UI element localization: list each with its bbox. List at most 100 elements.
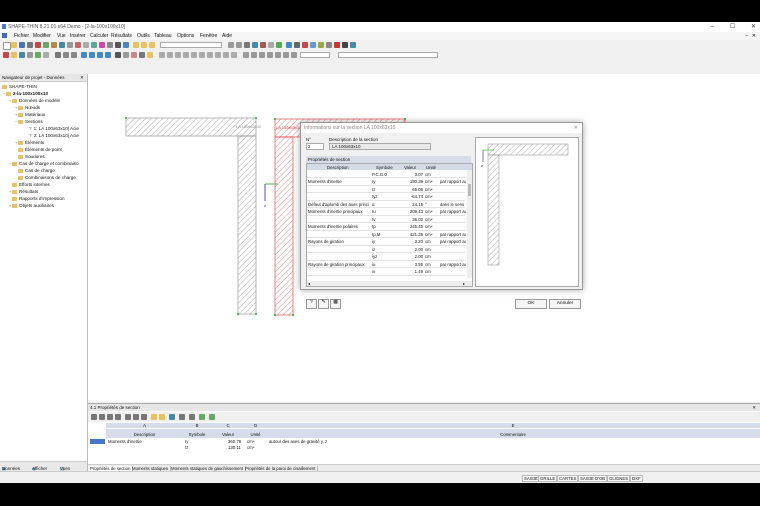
cell-symbol[interactable]: Iy bbox=[185, 439, 188, 444]
panel-tool-6-icon[interactable] bbox=[133, 414, 139, 420]
angle-section-1[interactable] bbox=[125, 117, 257, 315]
panel-tool-10-icon[interactable] bbox=[169, 414, 175, 420]
layer-select[interactable] bbox=[338, 52, 438, 58]
tree-item[interactable]: Cas de charge bbox=[18, 168, 55, 173]
draw-tool-2-icon[interactable] bbox=[167, 52, 173, 58]
panel-tool-5-icon[interactable] bbox=[125, 414, 131, 420]
table-icon[interactable] bbox=[123, 42, 129, 48]
status-saisie-ob[interactable]: SAISIE D'OB bbox=[578, 475, 608, 482]
layer4-icon[interactable] bbox=[267, 52, 273, 58]
panel-tool-13-icon[interactable] bbox=[199, 414, 205, 420]
menu-vue[interactable]: Vue bbox=[57, 33, 66, 39]
property-row[interactable]: Défaut d'aplomb des axes princi α 24.15 ° da… bbox=[307, 201, 465, 209]
zoom-icon[interactable] bbox=[244, 42, 250, 48]
result-icon[interactable] bbox=[115, 42, 121, 48]
layer5-icon[interactable] bbox=[275, 52, 281, 58]
draw-tool-3-icon[interactable] bbox=[175, 52, 181, 58]
node-edit-icon[interactable] bbox=[35, 52, 41, 58]
copy-icon[interactable] bbox=[318, 42, 324, 48]
tree-item[interactable]: Rapports d'impression bbox=[12, 196, 65, 201]
render-icon[interactable] bbox=[260, 42, 266, 48]
scroll-left-icon[interactable]: ◂ bbox=[308, 281, 310, 286]
open-icon[interactable] bbox=[11, 42, 17, 48]
layer3-icon[interactable] bbox=[259, 52, 265, 58]
layer2-icon[interactable] bbox=[251, 52, 257, 58]
child-minimize-icon[interactable]: – bbox=[745, 33, 748, 39]
cell-description[interactable]: Moments d'inertie bbox=[108, 439, 142, 444]
minimize-icon[interactable]: – bbox=[711, 24, 714, 30]
property-row[interactable]: Iv 36.02 cm⁴ bbox=[307, 216, 465, 224]
status-cartes[interactable]: CARTES bbox=[557, 475, 579, 482]
menu-resultats[interactable]: Résultats bbox=[111, 33, 132, 39]
view-icon[interactable] bbox=[133, 42, 139, 48]
new-icon[interactable] bbox=[3, 42, 11, 50]
panel-close-icon[interactable]: ✕ bbox=[752, 404, 756, 411]
cell-value[interactable]: 130.11 bbox=[228, 445, 241, 450]
menu-options[interactable]: Options bbox=[177, 33, 194, 39]
status-glignes[interactable]: GLIGNES bbox=[607, 475, 631, 482]
draw-tool-1-icon[interactable] bbox=[159, 52, 165, 58]
tree-item[interactable]: Combinaisons de charge bbox=[18, 175, 76, 180]
panel-tool-9-icon[interactable] bbox=[159, 414, 165, 420]
dialog-edit-icon[interactable]: ✎ bbox=[318, 299, 329, 309]
view3-icon[interactable] bbox=[149, 42, 155, 48]
layer7-icon[interactable] bbox=[291, 52, 297, 58]
grid-icon[interactable] bbox=[268, 42, 274, 48]
dialog-info-icon[interactable]: ? bbox=[306, 299, 317, 309]
layer-icon[interactable] bbox=[243, 52, 249, 58]
property-row[interactable]: Moments d'inertie Iy 180.39 cm⁴ par rapport … bbox=[307, 179, 466, 186]
frame-icon[interactable] bbox=[43, 52, 49, 58]
property-row[interactable]: Iyz -64.74 cm⁴ bbox=[307, 194, 465, 201]
node-icon[interactable] bbox=[67, 42, 73, 48]
draw-tool-9-icon[interactable] bbox=[223, 52, 229, 58]
close-icon[interactable]: ✕ bbox=[751, 24, 756, 30]
tree-item[interactable]: ? 1: LA 100x63x10| Acie bbox=[29, 126, 79, 131]
panel-tool-3-icon[interactable] bbox=[107, 414, 113, 420]
property-row[interactable]: iz 2.00 cm bbox=[307, 246, 465, 254]
vscroll-thumb[interactable] bbox=[468, 184, 471, 196]
line-icon[interactable] bbox=[83, 42, 89, 48]
panel-tool-4-icon[interactable] bbox=[115, 414, 121, 420]
dialog-close-icon[interactable]: ✕ bbox=[574, 123, 578, 133]
tree-item[interactable]: − Sections bbox=[15, 119, 43, 124]
tree-item[interactable]: − Cas de charge et combinaiso bbox=[9, 161, 79, 166]
color-select[interactable] bbox=[300, 52, 330, 58]
prev-icon[interactable] bbox=[228, 42, 234, 48]
calc-icon[interactable] bbox=[107, 42, 113, 48]
cell-unit[interactable]: cm⁴ bbox=[247, 445, 255, 450]
dim-icon[interactable] bbox=[123, 52, 129, 58]
property-row[interactable]: Iz 65.05 cm⁴ bbox=[307, 186, 465, 194]
label-icon[interactable] bbox=[139, 52, 145, 58]
pencil-icon[interactable] bbox=[11, 52, 17, 58]
tree-item[interactable]: + Objets auxiliaires bbox=[9, 203, 54, 208]
status-grille[interactable]: GRILLE bbox=[538, 475, 558, 482]
property-row[interactable]: Moments d'inertie polaires Ip 245.45 cm⁴ bbox=[307, 224, 465, 231]
menu-tableau[interactable]: Tableau bbox=[154, 33, 172, 39]
tree-item[interactable]: Éléments de point bbox=[18, 147, 62, 152]
next-icon[interactable] bbox=[236, 42, 242, 48]
menu-inserer[interactable]: Insérer bbox=[70, 33, 86, 39]
table-hscrollbar[interactable]: ◂ ▸ bbox=[307, 281, 472, 286]
property-row[interactable]: Rayons de giration iy 3.20 cm par rapport au bbox=[307, 239, 466, 246]
color-icon[interactable] bbox=[147, 52, 153, 58]
undo-icon[interactable] bbox=[35, 42, 41, 48]
zoom-all-icon[interactable] bbox=[252, 42, 258, 48]
tool-icon[interactable] bbox=[51, 42, 57, 48]
tree-item[interactable]: − Données de modèle bbox=[9, 98, 60, 103]
panel-tool-8-icon[interactable] bbox=[151, 414, 157, 420]
tree-item[interactable]: ? 2: LA 100x63x10| Acie bbox=[29, 133, 79, 138]
section-icon[interactable] bbox=[59, 42, 65, 48]
layer6-icon[interactable] bbox=[283, 52, 289, 58]
ok-button[interactable]: OK bbox=[515, 299, 547, 309]
panel-tool-2-icon[interactable] bbox=[99, 414, 105, 420]
menu-aide[interactable]: Aide bbox=[222, 33, 232, 39]
section-number-field[interactable]: 2 bbox=[306, 143, 324, 150]
draw-tool-6-icon[interactable] bbox=[199, 52, 205, 58]
measure-icon[interactable] bbox=[294, 42, 300, 48]
tree-item[interactable]: SHAPE-THIN bbox=[2, 84, 37, 89]
hatch-icon[interactable] bbox=[131, 52, 137, 58]
loadcase-select[interactable] bbox=[160, 42, 222, 48]
maximize-icon[interactable]: ☐ bbox=[730, 24, 735, 30]
pan-icon[interactable] bbox=[55, 52, 61, 58]
tree-item[interactable]: + Résultats bbox=[9, 189, 38, 194]
